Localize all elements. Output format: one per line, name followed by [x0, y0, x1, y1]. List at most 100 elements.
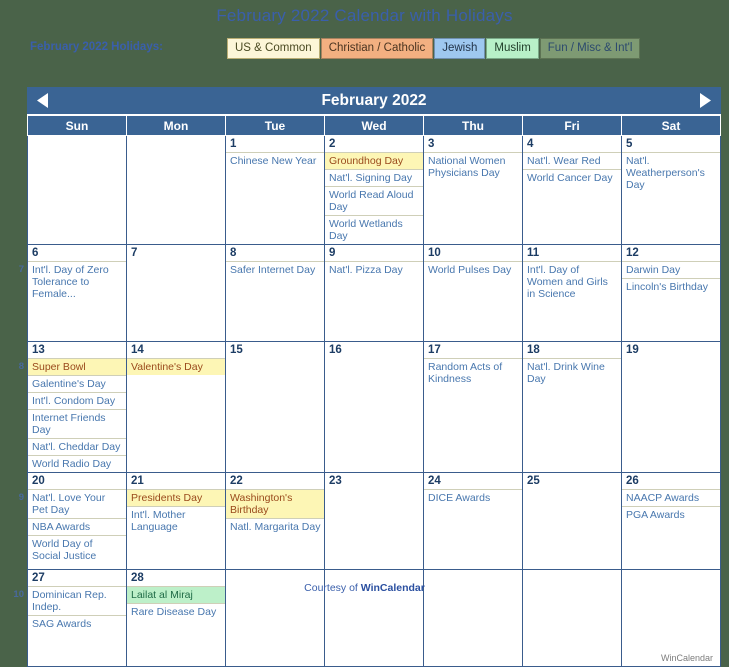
calendar-event[interactable]: Internet Friends Day	[28, 409, 126, 438]
calendar-event[interactable]: PGA Awards	[622, 506, 720, 523]
calendar-event[interactable]: Nat'l. Drink Wine Day	[523, 358, 621, 387]
calendar-event[interactable]: World Radio Day	[28, 455, 126, 472]
calendar-day-cell-1[interactable]: 1 Chinese New Year	[225, 135, 325, 245]
day-number: 4	[527, 138, 534, 150]
week-number: 7	[18, 264, 24, 275]
courtesy-prefix: Courtesy of	[304, 582, 361, 594]
calendar-event[interactable]: Nat'l. Cheddar Day	[28, 438, 126, 455]
weekday-header-thu: Thu	[423, 116, 523, 136]
calendar-event[interactable]: Presidents Day	[127, 489, 225, 506]
calendar-day-cell-23[interactable]: 23	[324, 472, 424, 570]
calendar-event[interactable]: DICE Awards	[424, 489, 522, 506]
month-title: February 2022	[321, 92, 427, 109]
calendar-event[interactable]: SAG Awards	[28, 615, 126, 632]
calendar-event[interactable]: Nat'l. Signing Day	[325, 169, 423, 186]
weekday-header-sun: Sun	[27, 116, 127, 136]
calendar-cell-empty	[126, 135, 226, 245]
calendar-event[interactable]: Int'l. Condom Day	[28, 392, 126, 409]
calendar-event[interactable]: Safer Internet Day	[226, 261, 324, 278]
legend-chip-jewish[interactable]: Jewish	[434, 38, 486, 59]
calendar-day-cell-19[interactable]: 19	[621, 341, 721, 473]
calendar-day-cell-12[interactable]: 12 Darwin Day Lincoln's Birthday	[621, 244, 721, 342]
week-number: 9	[18, 492, 24, 503]
calendar-cell-empty	[27, 135, 127, 245]
calendar-day-cell-9[interactable]: 9 Nat'l. Pizza Day	[324, 244, 424, 342]
legend-chip-christian[interactable]: Christian / Catholic	[320, 38, 434, 59]
day-number: 19	[626, 344, 639, 356]
calendar-day-cell-5[interactable]: 5 Nat'l. Weatherperson's Day	[621, 135, 721, 245]
calendar-event[interactable]: Random Acts of Kindness	[424, 358, 522, 387]
day-number: 26	[626, 475, 639, 487]
calendar-day-cell-22[interactable]: 22 Washington's Birthday Natl. Margarita D…	[225, 472, 325, 570]
calendar-day-cell-18[interactable]: 18 Nat'l. Drink Wine Day	[522, 341, 622, 473]
previous-month-icon[interactable]	[34, 91, 52, 110]
calendar-event[interactable]: Int'l. Mother Language	[127, 506, 225, 535]
calendar-event[interactable]: National Women Physicians Day	[424, 152, 522, 181]
legend-chip-us[interactable]: US & Common	[227, 38, 320, 59]
calendar-day-cell-21[interactable]: 21 Presidents Day Int'l. Mother Language	[126, 472, 226, 570]
day-number: 20	[32, 475, 45, 487]
calendar-event[interactable]: World Day of Social Justice	[28, 535, 126, 564]
calendar-day-cell-8[interactable]: 8 Safer Internet Day	[225, 244, 325, 342]
calendar-day-cell-10[interactable]: 10 World Pulses Day	[423, 244, 523, 342]
calendar-day-cell-13[interactable]: 13 Super Bowl Galentine's Day Int'l. Condom…	[27, 341, 127, 473]
calendar-event[interactable]: Groundhog Day	[325, 152, 423, 169]
calendar-day-cell-16[interactable]: 16	[324, 341, 424, 473]
calendar-day-cell-11[interactable]: 11 Int'l. Day of Women and Girls in Scien…	[522, 244, 622, 342]
calendar-event[interactable]: Galentine's Day	[28, 375, 126, 392]
calendar-event[interactable]: Int'l. Day of Zero Tolerance to Female..…	[28, 261, 126, 302]
day-number: 21	[131, 475, 144, 487]
calendar-day-cell-2[interactable]: 2 Groundhog Day Nat'l. Signing Day World Re…	[324, 135, 424, 245]
calendar-day-cell-3[interactable]: 3 National Women Physicians Day	[423, 135, 523, 245]
calendar-event[interactable]: Nat'l. Weatherperson's Day	[622, 152, 720, 193]
calendar-event[interactable]: Super Bowl	[28, 358, 126, 375]
legend-chip-list: US & Common Christian / Catholic Jewish Mus…	[227, 38, 641, 59]
day-number: 15	[230, 344, 243, 356]
legend-chip-muslim[interactable]: Muslim	[486, 38, 539, 59]
calendar-event[interactable]: Washington's Birthday	[226, 489, 324, 518]
calendar-event[interactable]: NAACP Awards	[622, 489, 720, 506]
calendar-event[interactable]: Nat'l. Pizza Day	[325, 261, 423, 278]
calendar-day-cell-25[interactable]: 25	[522, 472, 622, 570]
calendar-week-row: 13 Super Bowl Galentine's Day Int'l. Condom…	[27, 341, 721, 473]
calendar-day-cell-7[interactable]: 7	[126, 244, 226, 342]
calendar-day-cell-6[interactable]: 6 Int'l. Day of Zero Tolerance to Female.…	[27, 244, 127, 342]
calendar-day-cell-20[interactable]: 20 Nat'l. Love Your Pet Day NBA Awards Worl…	[27, 472, 127, 570]
calendar-event[interactable]: Nat'l. Wear Red	[523, 152, 621, 169]
calendar-event[interactable]: Darwin Day	[622, 261, 720, 278]
calendar-event[interactable]: Valentine's Day	[127, 358, 225, 375]
calendar-event[interactable]: Natl. Margarita Day	[226, 518, 324, 535]
calendar-event[interactable]: Rare Disease Day	[127, 603, 225, 620]
legend-chip-fun[interactable]: Fun / Misc & Int'l	[539, 38, 641, 59]
calendar-day-cell-15[interactable]: 15	[225, 341, 325, 473]
calendar-week-row: 20 Nat'l. Love Your Pet Day NBA Awards Worl…	[27, 472, 721, 570]
calendar-day-cell-26[interactable]: 26 NAACP Awards PGA Awards	[621, 472, 721, 570]
calendar-day-cell-4[interactable]: 4 Nat'l. Wear Red World Cancer Day	[522, 135, 622, 245]
weekday-header-sat: Sat	[621, 116, 721, 136]
calendar-day-cell-14[interactable]: 14 Valentine's Day	[126, 341, 226, 473]
footer-courtesy: Courtesy of WinCalendar	[0, 582, 729, 594]
legend-label: February 2022 Holidays:	[30, 41, 163, 53]
next-month-icon[interactable]	[696, 91, 714, 110]
page-title: February 2022 Calendar with Holidays	[216, 6, 513, 25]
calendar-event[interactable]: World Wetlands Day	[325, 215, 423, 244]
calendar-event[interactable]: World Read Aloud Day	[325, 186, 423, 215]
day-number: 13	[32, 344, 45, 356]
calendar-event[interactable]: Chinese New Year	[226, 152, 324, 169]
calendar-day-cell-24[interactable]: 24 DICE Awards	[423, 472, 523, 570]
day-number: 3	[428, 138, 435, 150]
courtesy-brand[interactable]: WinCalendar	[361, 582, 425, 594]
calendar-event[interactable]: Lincoln's Birthday	[622, 278, 720, 295]
week-number: 10	[13, 589, 24, 600]
weekday-header-tue: Tue	[225, 116, 325, 136]
day-number: 14	[131, 344, 144, 356]
calendar-event[interactable]: World Pulses Day	[424, 261, 522, 278]
calendar-event[interactable]: Int'l. Day of Women and Girls in Science	[523, 261, 621, 302]
calendar-event[interactable]: World Cancer Day	[523, 169, 621, 186]
day-number: 11	[527, 247, 540, 259]
day-number: 9	[329, 247, 336, 259]
calendar-event[interactable]: Nat'l. Love Your Pet Day	[28, 489, 126, 518]
calendar-event[interactable]: NBA Awards	[28, 518, 126, 535]
day-number: 10	[428, 247, 441, 259]
calendar-day-cell-17[interactable]: 17 Random Acts of Kindness	[423, 341, 523, 473]
